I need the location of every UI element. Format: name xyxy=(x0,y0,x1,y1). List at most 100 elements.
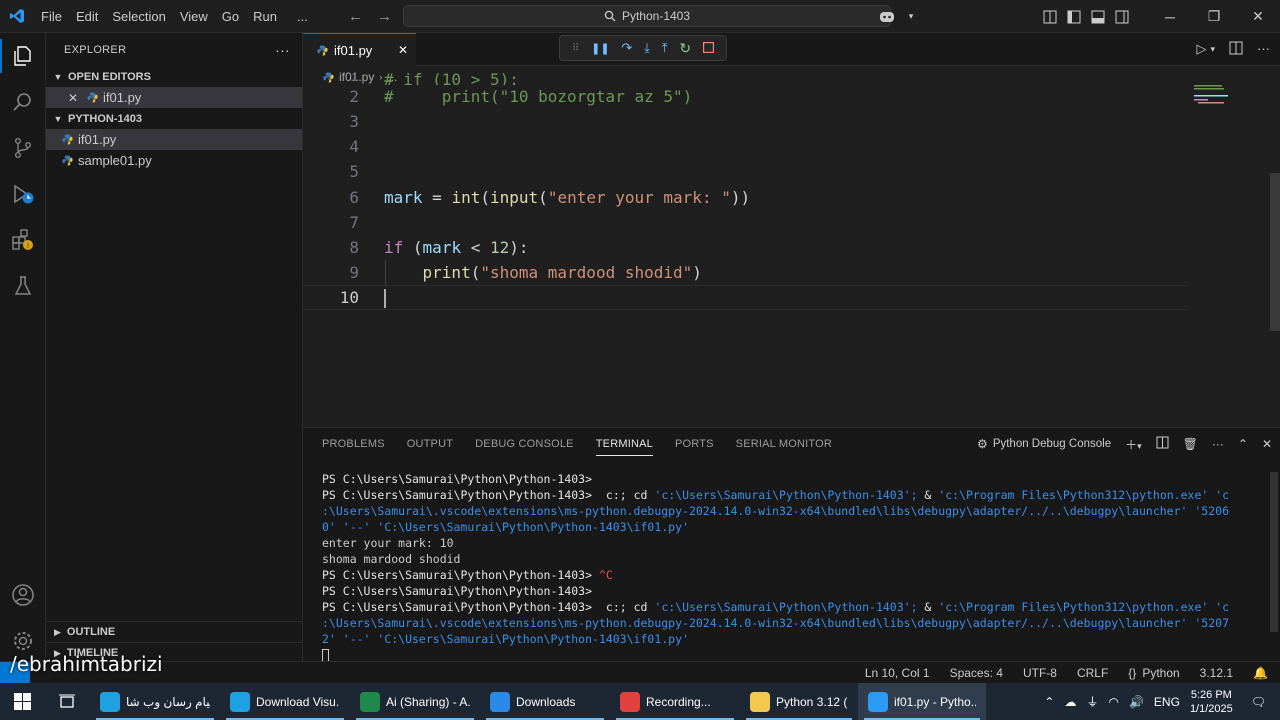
windows-start-icon[interactable] xyxy=(0,683,44,720)
menu-edit[interactable]: Edit xyxy=(69,0,105,33)
indent-guide xyxy=(385,260,386,285)
menu-file[interactable]: File xyxy=(34,0,69,33)
close-icon[interactable]: ✕ xyxy=(398,43,408,57)
python-file-icon xyxy=(62,155,73,166)
chevron-up-icon[interactable]: ⌃ xyxy=(1044,695,1054,709)
toggle-panel-icon[interactable] xyxy=(1086,0,1110,33)
taskbar-item[interactable]: Python 3.12 (64... xyxy=(740,683,858,720)
open-editor-label: if01.py xyxy=(103,90,142,105)
editor-scrollbar[interactable] xyxy=(1270,173,1280,331)
source-control-icon[interactable] xyxy=(0,125,46,171)
step-out-icon[interactable]: ⤒ xyxy=(662,40,668,56)
trash-icon[interactable]: 🗑 xyxy=(1183,437,1198,451)
close-icon[interactable]: ✕ xyxy=(1262,437,1272,451)
editor-tab-if01[interactable]: if01.py ✕ xyxy=(303,33,416,66)
bottom-panel: PROBLEMS OUTPUT DEBUG CONSOLE TERMINAL P… xyxy=(303,427,1280,663)
code-line: 8 if (mark < 12): xyxy=(303,235,1188,260)
pause-icon[interactable]: ❚❚ xyxy=(591,42,609,55)
split-editor-icon[interactable] xyxy=(1229,41,1243,58)
edge-icon xyxy=(100,691,120,712)
onedrive-cloud-icon[interactable]: ☁ xyxy=(1064,695,1076,709)
close-window-button[interactable]: ✕ xyxy=(1236,0,1280,33)
search-icon[interactable] xyxy=(0,79,46,125)
encoding[interactable]: UTF-8 xyxy=(1023,666,1057,680)
chevron-down-icon[interactable]: ▾ xyxy=(1210,44,1215,58)
maximize-panel-icon[interactable]: ⌃ xyxy=(1238,437,1248,451)
more-actions-icon[interactable]: ··· xyxy=(1257,41,1270,58)
taskbar-item[interactable]: Recording... xyxy=(610,683,740,720)
copilot-icon[interactable] xyxy=(870,0,904,33)
accounts-icon[interactable] xyxy=(0,572,46,618)
clock[interactable]: 5:26 PM 1/1/2025 xyxy=(1190,688,1233,716)
code-line: 6 mark = int(input("enter your mark: ")) xyxy=(303,185,1188,210)
python-interpreter[interactable]: 3.12.1 xyxy=(1200,666,1233,680)
tab-problems[interactable]: PROBLEMS xyxy=(322,428,385,460)
taskbar-item[interactable]: Ai (Sharing) - A... xyxy=(350,683,480,720)
code-editor[interactable]: 1 # if (10 > 5): 2 # print("10 bozorgtar… xyxy=(303,73,1280,426)
tab-serial-monitor[interactable]: SERIAL MONITOR xyxy=(736,428,832,460)
language-mode[interactable]: {} Python xyxy=(1128,666,1179,680)
line-number: 8 xyxy=(349,238,359,257)
outline-section[interactable]: ▶ OUTLINE xyxy=(46,621,303,642)
taskbar-item[interactable]: پیام رسان وب شا... xyxy=(90,683,220,720)
run-python-icon[interactable]: ▷ xyxy=(1196,41,1206,58)
customize-layout-icon[interactable] xyxy=(1038,0,1062,33)
indentation[interactable]: Spaces: 4 xyxy=(950,666,1003,680)
terminal-scrollbar[interactable] xyxy=(1270,472,1278,632)
forward-arrow-icon[interactable]: → xyxy=(377,8,392,25)
run-debug-icon[interactable] xyxy=(0,171,46,217)
more-actions-icon[interactable]: ··· xyxy=(1212,437,1224,451)
menu-more[interactable]: ... xyxy=(290,0,315,33)
tab-output[interactable]: OUTPUT xyxy=(407,428,453,460)
file-item-if01[interactable]: if01.py xyxy=(46,129,302,150)
file-item-sample01[interactable]: sample01.py xyxy=(46,150,302,171)
menu-go[interactable]: Go xyxy=(215,0,246,33)
minimap[interactable] xyxy=(1194,85,1230,107)
extensions-icon[interactable]: ! xyxy=(0,217,46,263)
new-terminal-icon[interactable]: ＋▾ xyxy=(1125,436,1142,453)
wifi-icon[interactable]: ◠ xyxy=(1108,695,1118,709)
tab-debug-console[interactable]: DEBUG CONSOLE xyxy=(475,428,574,460)
command-center[interactable]: Python-1403 xyxy=(403,5,891,27)
cursor-position[interactable]: Ln 10, Col 1 xyxy=(865,666,930,680)
toggle-secondary-sidebar-icon[interactable] xyxy=(1110,0,1134,33)
line-ending[interactable]: CRLF xyxy=(1077,666,1108,680)
drag-handle-icon[interactable]: ⠿ xyxy=(572,43,579,54)
input-language[interactable]: ENG xyxy=(1154,695,1180,709)
minimize-button[interactable]: ─ xyxy=(1148,0,1192,33)
split-terminal-icon[interactable] xyxy=(1156,436,1169,452)
terminal-output[interactable]: PS C:\Users\Samurai\Python\Python-1403> … xyxy=(322,471,1270,663)
chevron-down-icon[interactable]: ▾ xyxy=(904,0,918,33)
volume-icon[interactable]: 🔊 xyxy=(1129,695,1144,709)
braces-icon: {} xyxy=(1128,665,1137,680)
folder-section[interactable]: ▼ PYTHON-1403 xyxy=(46,108,302,129)
task-view-icon[interactable] xyxy=(44,683,90,720)
explorer-icon[interactable] xyxy=(0,33,46,79)
notifications-bell-icon[interactable]: 🔔 xyxy=(1253,666,1268,680)
notification-center-icon[interactable]: 🗨 xyxy=(1251,695,1266,709)
menu-run[interactable]: Run xyxy=(246,0,284,33)
svg-text:!: ! xyxy=(27,242,30,250)
taskbar-item[interactable]: Downloads xyxy=(480,683,610,720)
more-actions-icon[interactable]: ··· xyxy=(275,42,290,58)
back-arrow-icon[interactable]: ← xyxy=(348,8,363,25)
open-editor-item[interactable]: ✕ if01.py xyxy=(46,87,302,108)
python-file-icon xyxy=(87,92,98,103)
tab-ports[interactable]: PORTS xyxy=(675,428,714,460)
testing-icon[interactable] xyxy=(0,263,46,309)
usb-icon[interactable]: ⏚ xyxy=(1086,693,1098,710)
close-icon[interactable]: ✕ xyxy=(68,91,82,105)
step-over-icon[interactable]: ↷ xyxy=(621,40,632,56)
maximize-button[interactable]: ❐ xyxy=(1192,0,1236,33)
stop-icon[interactable] xyxy=(702,41,715,56)
terminal-selector[interactable]: ⚙ Python Debug Console xyxy=(977,437,1111,451)
toggle-sidebar-icon[interactable] xyxy=(1062,0,1086,33)
tab-terminal[interactable]: TERMINAL xyxy=(595,428,654,460)
open-editors-section[interactable]: ▼ OPEN EDITORS xyxy=(46,66,302,87)
restart-icon[interactable]: ↻ xyxy=(679,40,691,57)
step-into-icon[interactable]: ⤓ xyxy=(644,40,650,56)
taskbar-item[interactable]: Download Visu... xyxy=(220,683,350,720)
menu-selection[interactable]: Selection xyxy=(105,0,172,33)
taskbar-item[interactable]: if01.py - Pytho... xyxy=(858,683,986,720)
menu-view[interactable]: View xyxy=(173,0,215,33)
